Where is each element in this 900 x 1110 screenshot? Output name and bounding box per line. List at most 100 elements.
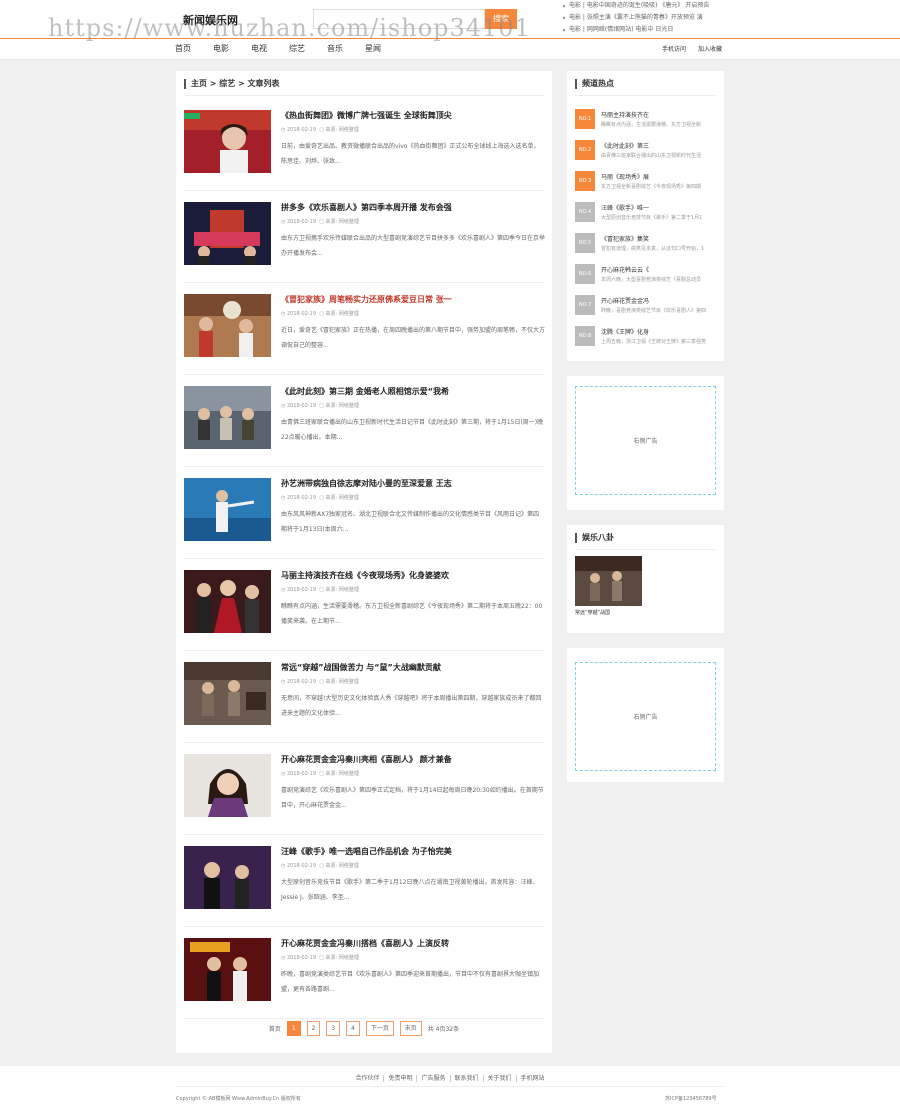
article-title[interactable]: 孙艺洲带病独自徐志摩对陆小曼的至深爱意 王志 [281, 478, 452, 489]
nav-item-tv[interactable]: 电视 [251, 43, 267, 54]
article-source: 来源: 网络整理 [325, 311, 359, 317]
ad-slot[interactable]: 右侧广告 [575, 386, 716, 495]
list-item[interactable]: 开心麻花贾金金冯秦川亮相《喜剧人》 颜才兼备 ◷ 2018-02-19 ▢ 来源… [184, 754, 544, 835]
rank-badge: NO.8 [575, 326, 595, 346]
hot-item-title[interactable]: 《冒犯家族》集笑 [601, 234, 649, 243]
gossip-panel: 娱乐八卦 常远“穿越”战国 [567, 525, 724, 633]
hot-item-title[interactable]: 马丽《现场秀》展 [601, 172, 649, 181]
hot-list-item[interactable]: NO.8 沈腾《王牌》化身 上周五晚，浙江卫视《王牌对王牌》第三季强势 [575, 326, 717, 350]
article-divider [184, 1018, 544, 1019]
last-page-button[interactable]: 末页 [399, 1021, 422, 1036]
article-title[interactable]: 《此时此刻》第三期 金婚老人照相馆示爱“我希 [281, 386, 449, 397]
ad-slot[interactable]: 右侧广告 [575, 662, 716, 771]
article-date: 2018-02-19 [286, 311, 317, 317]
list-item[interactable]: 《冒犯家族》周笔畅实力还原佛系爱豆日常 张一 ◷ 2018-02-19 ▢ 来源… [184, 294, 545, 375]
page-2-button[interactable]: 2 [306, 1021, 321, 1036]
hot-item-title[interactable]: 马丽主持演技齐在 [601, 110, 649, 119]
clock-icon: ◷ [281, 863, 286, 869]
hot-list-item[interactable]: NO.4 汪峰《歌手》唯一 大型原创音乐竞技节目《歌手》第二季于1月1 [575, 202, 717, 226]
page-1-button[interactable]: 1 [286, 1021, 301, 1036]
breadcrumb[interactable]: 主页 > 综艺 > 文章列表 [184, 79, 280, 89]
ticker-item[interactable]: 电影 | 张照主演《囊不上熊猫的青春》开放预览 演 [563, 12, 709, 24]
article-thumbnail[interactable] [184, 478, 271, 541]
gossip-thumbnail[interactable] [575, 556, 642, 606]
ticker-item[interactable]: 电影 | 电影中国奇迹的诞生(吸吸) 《唐元》 开启预告 [563, 0, 709, 12]
gossip-caption[interactable]: 常远“穿越”战国 [575, 609, 610, 616]
footer-link[interactable]: 免责申明 [383, 1075, 417, 1082]
page-4-button[interactable]: 4 [346, 1021, 360, 1036]
article-source: 来源: 网络整理 [325, 403, 359, 409]
article-date: 2018-02-19 [286, 127, 317, 133]
list-item[interactable]: 《此时此刻》第三期 金婚老人照相馆示爱“我希 ◷ 2018-02-19 ▢ 来源… [184, 386, 544, 467]
hot-item-title[interactable]: 汪峰《歌手》唯一 [601, 203, 649, 212]
article-source: 来源: 网络整理 [325, 679, 359, 685]
article-thumbnail[interactable] [184, 386, 271, 449]
article-thumbnail[interactable] [184, 754, 271, 817]
news-ticker: 电影 | 电影中国奇迹的诞生(吸吸) 《唐元》 开启预告 电影 | 张照主演《囊… [563, 0, 709, 36]
list-item[interactable]: 孙艺洲带病独自徐志摩对陆小曼的至深爱意 王志 ◷ 2018-02-19 ▢ 来源… [184, 478, 544, 559]
article-thumbnail[interactable] [184, 846, 271, 909]
hot-item-desc: 上周五晚，浙江卫视《王牌对王牌》第三季强势 [601, 339, 707, 345]
article-summary: 瞧瞧有点内涵，生活需要滑稽。东方卫视全新喜剧综艺《今夜现场秀》第二期将于本周五晚… [281, 603, 543, 625]
hot-list-item[interactable]: NO.2 《此时此刻》第三 由青佛三班家联合播出的山东卫视新时代生活 [575, 140, 717, 164]
footer-link[interactable]: 联系我们 [449, 1075, 483, 1082]
list-item[interactable]: 拼多多《欢乐喜剧人》第四季本周开播 发布会强 ◷ 2018-02-19 ▢ 来源… [184, 202, 546, 283]
nav-item-home[interactable]: 首页 [175, 43, 191, 54]
footer-link[interactable]: 合作伙伴 [351, 1075, 383, 1082]
nav-item-star-news[interactable]: 星闻 [365, 43, 381, 54]
channel-hot-panel: 频道热点 NO.1 马丽主持演技齐在 瞧瞧有点内涵，生活需要滑稽。东方卫视全新 … [567, 71, 724, 361]
list-item[interactable]: 常远“穿越”战国做苦力 与“鼠”大战幽默贡献 ◷ 2018-02-19 ▢ 来源… [184, 662, 544, 743]
hot-list-item[interactable]: NO.6 开心麻花韩云云《 本周六晚，大型喜剧竞演类综艺《喜剧总动员 [575, 264, 717, 288]
article-title[interactable]: 开心麻花贾金金冯秦川亮相《喜剧人》 颜才兼备 [281, 754, 452, 765]
article-title[interactable]: 汪峰《歌手》唯一选唱自己作品机会 为子怡完美 [281, 846, 452, 857]
footer-link[interactable]: 手机网站 [515, 1075, 549, 1082]
hot-list-item[interactable]: NO.5 《冒犯家族》集笑 冒犯有道理，搞笑见本真，从这句口号开始，1 [575, 233, 717, 257]
article-thumbnail[interactable] [184, 294, 271, 357]
hot-list-item[interactable]: NO.3 马丽《现场秀》展 东方卫视全新喜剧综艺《今夜现场秀》第四期 [575, 171, 717, 195]
article-source: 来源: 网络整理 [325, 587, 359, 593]
article-divider [184, 834, 544, 835]
article-date: 2018-02-19 [286, 587, 317, 593]
article-date: 2018-02-19 [286, 219, 317, 225]
hot-list-item[interactable]: NO.7 开心麻花贾金金冯 昨晚，喜剧竞演类综艺节目《欢乐喜剧人》第四 [575, 295, 717, 319]
article-thumbnail[interactable] [184, 570, 271, 633]
nav-item-variety[interactable]: 综艺 [289, 43, 305, 54]
article-thumbnail[interactable] [184, 110, 271, 173]
pagination: 首页 1 2 3 4 下一页 末页 共 4页32条 [176, 1021, 552, 1036]
page-3-button[interactable]: 3 [326, 1021, 341, 1036]
list-item[interactable]: 开心麻花贾金金冯秦川搭档《喜剧人》上演反转 ◷ 2018-02-19 ▢ 来源:… [184, 938, 544, 1019]
article-title[interactable]: 《冒犯家族》周笔畅实力还原佛系爱豆日常 张一 [281, 294, 452, 305]
article-title[interactable]: 拼多多《欢乐喜剧人》第四季本周开播 发布会强 [281, 202, 452, 213]
footer-link[interactable]: 广告服务 [416, 1075, 450, 1082]
rank-badge: NO.7 [575, 295, 595, 315]
panel-divider [575, 549, 716, 550]
article-summary: 昨晚，喜剧竞演类综艺节目《欢乐喜剧人》第四季迎来首期播出，节目中不仅有喜剧界大咖… [281, 971, 540, 993]
list-item[interactable]: 《热血街舞团》微博广牌七强诞生 全球街舞顶尖 ◷ 2018-02-19 ▢ 来源… [184, 110, 544, 191]
article-title[interactable]: 常远“穿越”战国做苦力 与“鼠”大战幽默贡献 [281, 662, 441, 673]
article-title[interactable]: 《热血街舞团》微博广牌七强诞生 全球街舞顶尖 [281, 110, 452, 121]
footer-links: 合作伙伴 免责申明 广告服务 联系我们 关于我们 手机网站 [0, 1073, 900, 1082]
next-page-button[interactable]: 下一页 [365, 1021, 394, 1036]
article-summary: 由东方卫视携手欢乐传媒联合出品的大型喜剧竞演综艺节目拼多多《欢乐喜剧人》第四季今… [281, 235, 546, 257]
footer-link[interactable]: 关于我们 [482, 1075, 516, 1082]
hot-item-title[interactable]: 《此时此刻》第三 [601, 141, 649, 150]
rank-badge: NO.6 [575, 264, 595, 284]
hot-item-title[interactable]: 沈腾《王牌》化身 [601, 327, 649, 336]
hot-list-item[interactable]: NO.1 马丽主持演技齐在 瞧瞧有点内涵，生活需要滑稽。东方卫视全新 [575, 109, 717, 133]
mobile-access-link[interactable]: 手机访问 [662, 44, 686, 53]
nav-item-movie[interactable]: 电影 [213, 43, 229, 54]
list-item[interactable]: 汪峰《歌手》唯一选唱自己作品机会 为子怡完美 ◷ 2018-02-19 ▢ 来源… [184, 846, 544, 927]
article-thumbnail[interactable] [184, 662, 271, 725]
hot-item-title[interactable]: 开心麻花贾金金冯 [601, 296, 649, 305]
article-date: 2018-02-19 [286, 403, 317, 409]
article-title[interactable]: 开心麻花贾金金冯秦川搭档《喜剧人》上演反转 [281, 938, 449, 949]
article-title[interactable]: 马丽主持演技齐在线《今夜现场秀》化身婆婆欢 [281, 570, 449, 581]
nav-item-music[interactable]: 音乐 [327, 43, 343, 54]
first-page-link[interactable]: 首页 [269, 1024, 281, 1033]
article-thumbnail[interactable] [184, 202, 271, 265]
list-item[interactable]: 马丽主持演技齐在线《今夜现场秀》化身婆婆欢 ◷ 2018-02-19 ▢ 来源:… [184, 570, 544, 651]
article-thumbnail[interactable] [184, 938, 271, 1001]
ticker-item[interactable]: 电影 | 网网络(情绪网站) 电影中 日光日 [563, 24, 709, 36]
hot-item-title[interactable]: 开心麻花韩云云《 [601, 265, 649, 274]
add-favorite-link[interactable]: 加入收藏 [698, 44, 722, 53]
